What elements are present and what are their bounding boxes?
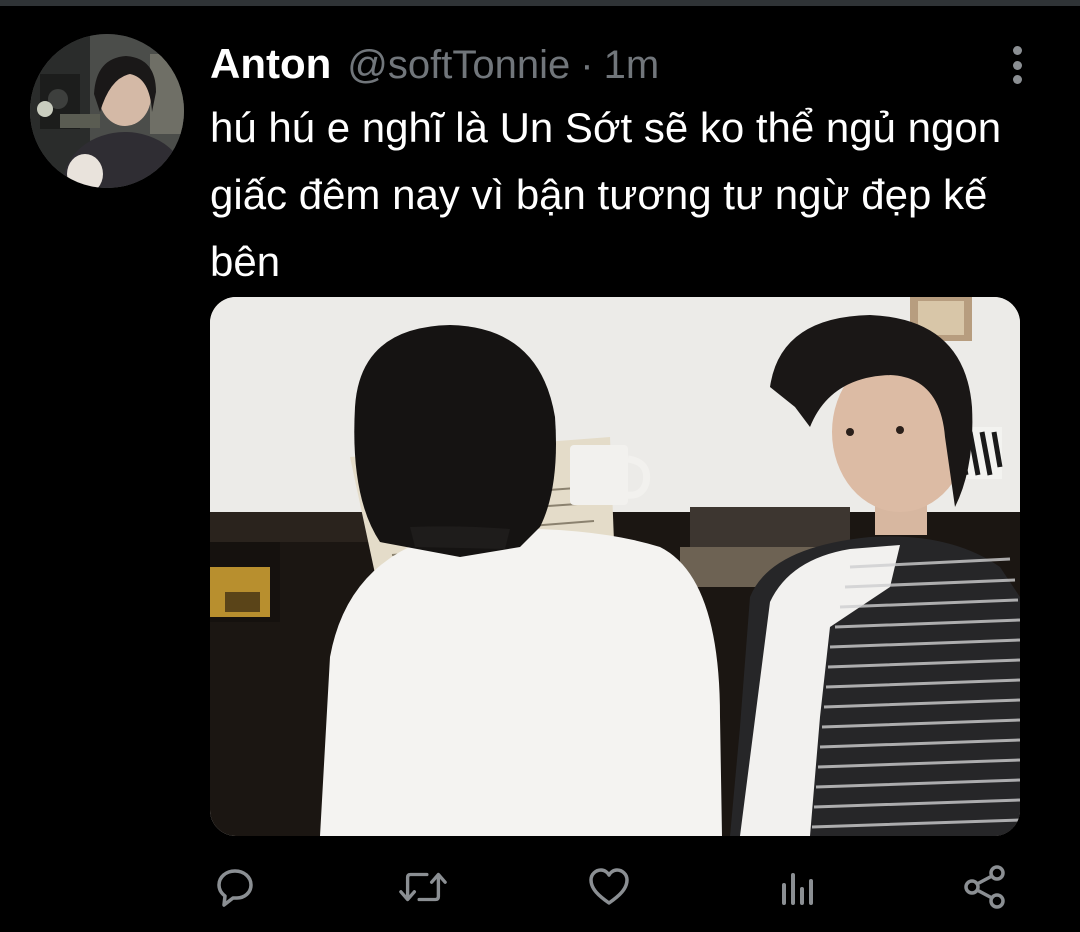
like-button[interactable] [584,862,634,912]
avatar-image [30,34,184,188]
more-options-icon[interactable] [1002,44,1032,86]
tweet-media-photo[interactable] [210,297,1020,836]
tweet-header: Anton @softTonnie · 1m [210,40,659,90]
timestamp[interactable]: 1m [604,43,660,88]
avatar[interactable] [30,34,184,188]
user-handle[interactable]: @softTonnie [347,43,570,88]
photo-image [210,297,1020,836]
retweet-button[interactable] [398,862,448,912]
tweet-card[interactable]: Anton @softTonnie · 1m hú hú e nghĩ là U… [0,6,1080,932]
share-button[interactable] [960,862,1010,912]
display-name[interactable]: Anton [210,40,331,88]
tweet-text: hú hú e nghĩ là Un Sớt sẽ ko thể ngủ ngo… [210,104,1002,285]
tweet-actions [210,862,1020,912]
heart-icon [589,868,629,905]
share-icon [964,865,1005,909]
retweet-icon [399,872,447,902]
reply-button[interactable] [210,862,260,912]
separator-dot: · [580,43,594,87]
analytics-icon [782,873,813,905]
reply-icon [217,869,253,907]
analytics-button[interactable] [772,862,822,912]
